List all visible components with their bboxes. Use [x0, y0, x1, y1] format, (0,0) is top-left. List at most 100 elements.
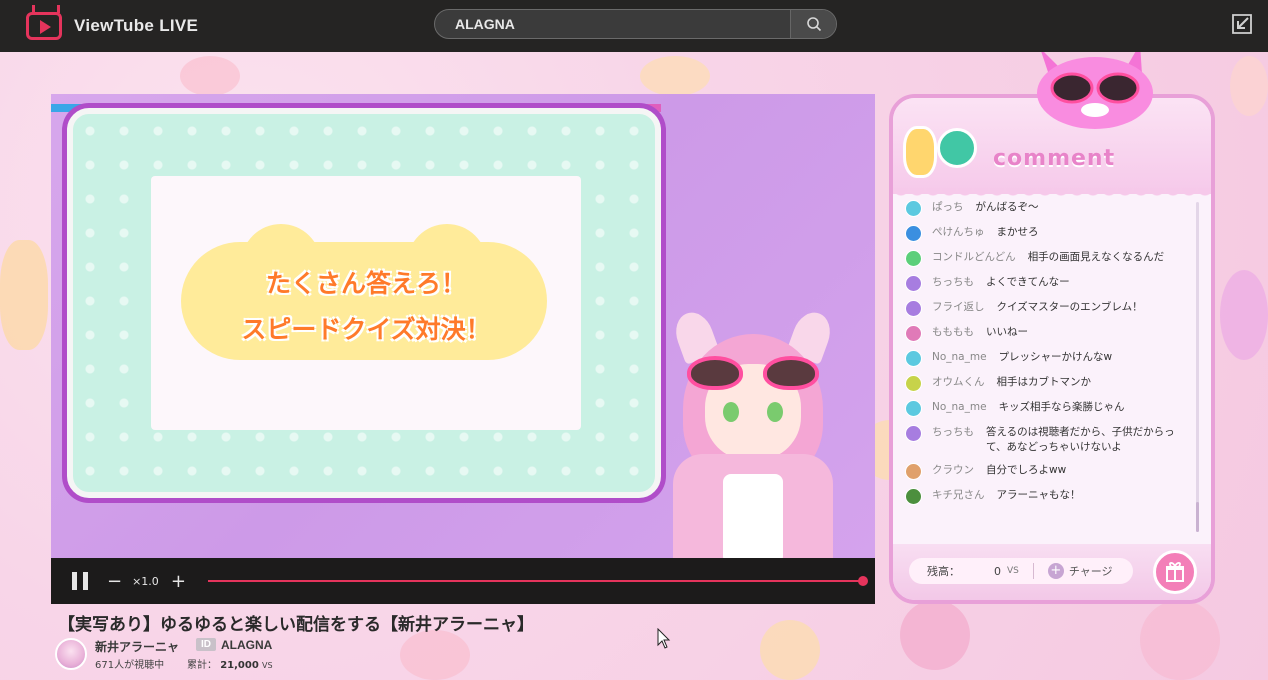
comment-row: ちっちも よくできてんなー: [905, 275, 1193, 292]
app-name: ViewTube LIVE: [74, 16, 199, 35]
progress-bar[interactable]: [207, 576, 868, 586]
user-avatar-icon[interactable]: [905, 350, 922, 367]
charge-label: チャージ: [1068, 565, 1113, 578]
comment-row: No_na_me プレッシャーかけんなw: [905, 350, 1193, 367]
comment-username[interactable]: オウムくん: [932, 375, 985, 390]
quiz-title-line2: スピードクイズ対決！: [241, 315, 491, 344]
viewer-count: 671人が視聴中: [95, 660, 165, 671]
comment-username[interactable]: もももも: [932, 325, 974, 340]
comment-username[interactable]: ちっちも: [932, 275, 974, 290]
user-avatar-icon[interactable]: [905, 200, 922, 217]
gift-icon: [1166, 562, 1184, 582]
comment-list[interactable]: ぱっち がんばるぞ〜 ぺけんちゅ まかせろ コンドルどんどん 相手の画面見えなくなるんだち…: [905, 200, 1193, 513]
kiwi-icon: [937, 128, 977, 168]
channel-name[interactable]: 新井アラーニャ: [95, 638, 179, 655]
peach-decoration: [1230, 56, 1268, 116]
fruit-decoration: [400, 630, 470, 680]
comment-username[interactable]: ぺけんちゅ: [932, 225, 985, 240]
strawberry-decoration: [180, 56, 240, 96]
comment-text: キッズ相手なら楽勝じゃん: [998, 401, 1125, 413]
comment-row: キチ兄さん アラーニャもな！: [905, 488, 1193, 505]
comment-text: いいねー: [986, 326, 1028, 338]
comment-username[interactable]: ちっちも: [932, 425, 974, 440]
comment-text: よくできてんなー: [986, 276, 1070, 288]
user-avatar-icon[interactable]: [905, 425, 922, 442]
comment-row: ちっちも 答えるのは視聴者だから、子供だからって、あなどっちゃいけないよ: [905, 425, 1193, 455]
video-player[interactable]: たくさん答えろ！ スピードクイズ対決！ − ×1.0 +: [51, 94, 875, 604]
user-avatar-icon[interactable]: [905, 275, 922, 292]
comment-row: ぱっち がんばるぞ〜: [905, 200, 1193, 217]
vtuber-avatar: [643, 304, 863, 558]
grape-decoration: [1220, 270, 1268, 360]
comment-row: オウムくん 相手はカブトマンか: [905, 375, 1193, 392]
user-avatar-icon[interactable]: [905, 325, 922, 342]
gift-button[interactable]: [1153, 550, 1197, 594]
speed-down-icon[interactable]: −: [107, 571, 122, 592]
comment-text: 相手の画面見えなくなるんだ: [1027, 251, 1165, 263]
comment-text: がんばるぞ〜: [975, 201, 1039, 213]
banana-decoration: [760, 620, 820, 680]
user-avatar-icon[interactable]: [905, 463, 922, 480]
comment-row: フライ返し クイズマスターのエンブレム！: [905, 300, 1193, 317]
balance-label: 残高：: [927, 565, 960, 578]
balance-value: 0: [994, 564, 1001, 578]
tv-logo-icon: [26, 12, 62, 40]
comment-text: 自分でしろよww: [986, 464, 1067, 476]
comment-text: アラーニャもな！: [996, 489, 1081, 501]
total-gifts: 累計： 21,000 VS: [187, 656, 273, 671]
speed-up-icon[interactable]: +: [171, 571, 186, 592]
avatar-eye: [723, 402, 739, 422]
quiz-panel: たくさん答えろ！ スピードクイズ対決！: [151, 176, 581, 430]
divider: [1032, 563, 1034, 579]
progress-knob[interactable]: [857, 576, 868, 586]
comment-text: 相手はカブトマンか: [996, 376, 1092, 388]
comment-footer: 残高： 0 VS + チャージ: [893, 544, 1211, 600]
quiz-title-line1: たくさん答えろ！: [265, 269, 466, 298]
avatar-hoodie: [673, 454, 833, 558]
total-value: 21,000: [220, 660, 259, 671]
comment-row: クラウン 自分でしろよww: [905, 463, 1193, 480]
comment-username[interactable]: クラウン: [932, 463, 974, 478]
user-avatar-icon[interactable]: [905, 300, 922, 317]
comment-username[interactable]: ぱっち: [932, 200, 964, 215]
channel-avatar[interactable]: [55, 638, 87, 670]
user-avatar-icon[interactable]: [905, 488, 922, 505]
peach-decoration: [1140, 600, 1220, 680]
quiz-board: たくさん答えろ！ スピードクイズ対決！: [67, 108, 661, 498]
search-bar[interactable]: ALAGNA: [434, 9, 837, 39]
user-avatar-icon[interactable]: [905, 250, 922, 267]
search-input[interactable]: ALAGNA: [435, 16, 790, 32]
comment-username[interactable]: No_na_me: [932, 400, 987, 415]
comment-username[interactable]: コンドルどんどん: [932, 250, 1016, 265]
comment-scrollbar[interactable]: [1196, 202, 1199, 532]
total-unit: VS: [261, 661, 273, 670]
exit-icon[interactable]: [1230, 12, 1254, 36]
comment-username[interactable]: No_na_me: [932, 350, 987, 365]
mouse-cursor: [657, 628, 671, 649]
comment-text: まかせろ: [996, 226, 1039, 238]
total-label: 累計：: [187, 660, 217, 671]
logo[interactable]: ViewTube LIVE: [26, 12, 198, 40]
comment-row: ぺけんちゅ まかせろ: [905, 225, 1193, 242]
video-title: 【実写あり】ゆるゆると楽しい配信をする【新井アラーニャ】: [58, 615, 534, 635]
charge-button[interactable]: + チャージ: [1047, 563, 1113, 579]
comment-username[interactable]: キチ兄さん: [932, 488, 985, 503]
comment-row: No_na_me キッズ相手なら楽勝じゃん: [905, 400, 1193, 417]
pineapple-decoration: [640, 56, 710, 96]
comment-username[interactable]: フライ返し: [932, 300, 985, 315]
comment-text: 答えるのは視聴者だから、子供だからって、あなどっちゃいけないよ: [986, 426, 1175, 453]
avatar-eye: [767, 402, 783, 422]
balance-unit: VS: [1007, 566, 1019, 576]
search-icon: [806, 17, 821, 32]
search-button[interactable]: [790, 10, 836, 38]
pineapple-icon: [903, 126, 937, 178]
comment-row: もももも いいねー: [905, 325, 1193, 342]
user-avatar-icon[interactable]: [905, 225, 922, 242]
comment-row: コンドルどんどん 相手の画面見えなくなるんだ: [905, 250, 1193, 267]
user-avatar-icon[interactable]: [905, 400, 922, 417]
user-avatar-icon[interactable]: [905, 375, 922, 392]
heart-glasses: [687, 356, 819, 390]
video-screen[interactable]: たくさん答えろ！ スピードクイズ対決！: [51, 94, 875, 558]
player-controls: − ×1.0 +: [51, 558, 875, 604]
pause-icon[interactable]: [71, 572, 89, 590]
